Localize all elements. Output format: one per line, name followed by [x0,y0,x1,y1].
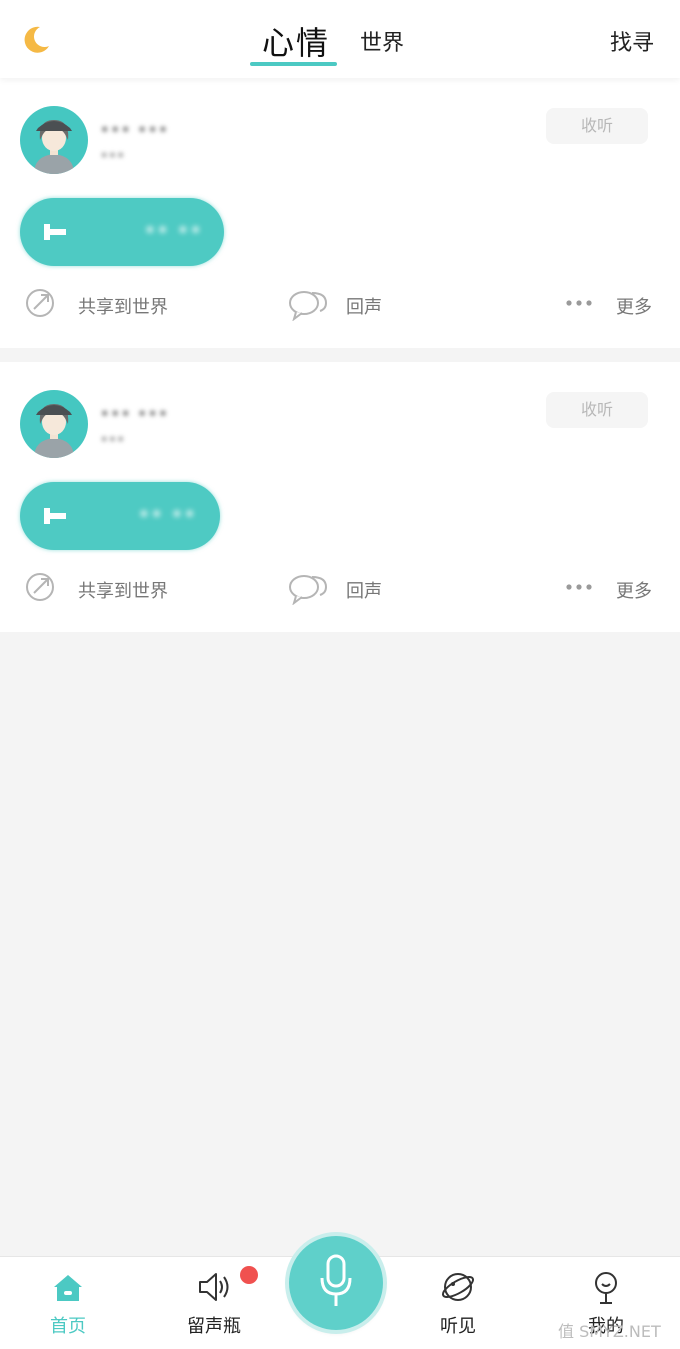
share-to-world-label[interactable]: 共享到世界 [78,293,168,319]
more-label[interactable]: 更多 [616,577,652,603]
listen-button[interactable]: 收听 [546,392,648,428]
echo-label[interactable]: 回声 [346,293,382,319]
nav-hear[interactable]: 听见 [408,1257,508,1349]
home-icon [54,1275,82,1301]
post-card: ••• ••• ••• 收听 •• •• 共享到世界 回声 更多 [0,362,680,632]
nav-voice-bottle-label: 留声瓶 [187,1316,241,1337]
echo-label[interactable]: 回声 [346,577,382,603]
avatar[interactable] [20,106,88,174]
share-icon[interactable] [24,287,56,319]
record-voice-button[interactable] [289,1236,383,1330]
find-button[interactable]: 找寻 [610,25,654,57]
post-card: ••• ••• ••• 收听 •• •• 共享到世界 回声 更多 [0,78,680,348]
comment-icon[interactable] [288,287,328,321]
voice-message-bubble[interactable]: •• •• [20,198,224,266]
avatar[interactable] [20,390,88,458]
nav-hear-label: 听见 [440,1316,476,1337]
top-bar: 心情 世界 找寻 [0,0,680,78]
post-actions: 共享到世界 回声 更多 [0,283,680,323]
post-subinfo: ••• [100,432,125,448]
nav-home[interactable]: 首页 [18,1257,118,1349]
person-icon [595,1272,617,1304]
moon-icon[interactable] [20,24,52,56]
planet-icon [441,1273,475,1301]
more-label[interactable]: 更多 [616,293,652,319]
voice-wave-icon [44,508,66,524]
voice-duration: •• •• [138,502,197,526]
speaker-icon [199,1273,229,1301]
voice-message-bubble[interactable]: •• •• [20,482,220,550]
active-tab-indicator [250,62,337,66]
more-dots-icon[interactable] [564,577,594,597]
username: ••• ••• [100,120,169,139]
post-actions: 共享到世界 回声 更多 [0,567,680,607]
mic-icon [320,1254,352,1306]
share-to-world-label[interactable]: 共享到世界 [78,577,168,603]
more-dots-icon[interactable] [564,293,594,313]
notification-badge [240,1266,258,1284]
post-subinfo: ••• [100,148,125,164]
voice-wave-icon [44,224,66,240]
nav-home-label: 首页 [50,1316,86,1337]
share-icon[interactable] [24,571,56,603]
username: ••• ••• [100,404,169,423]
voice-duration: •• •• [144,218,203,242]
listen-button[interactable]: 收听 [546,108,648,144]
watermark: 值 SMYZ.NET [558,1322,661,1341]
comment-icon[interactable] [288,571,328,605]
tab-mood[interactable]: 心情 [262,18,330,64]
tab-world[interactable]: 世界 [360,25,404,57]
